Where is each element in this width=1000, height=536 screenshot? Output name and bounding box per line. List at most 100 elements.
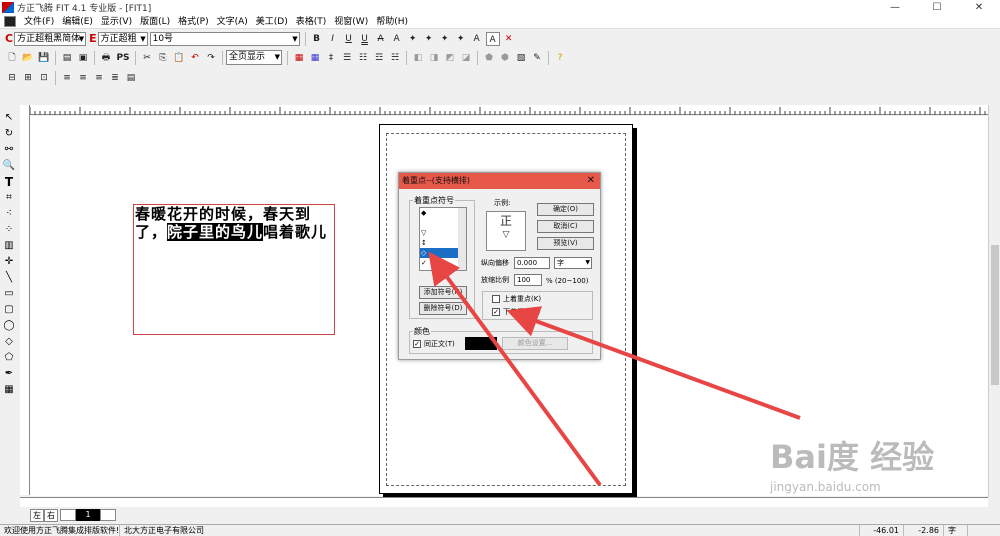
list-scrollbar[interactable] [458, 208, 466, 270]
properties-icon[interactable]: ▧ [514, 51, 528, 65]
align-left-icon[interactable]: ≡ [60, 71, 74, 85]
close-icon[interactable]: ✕ [587, 173, 595, 189]
preview-button[interactable]: 预览(V) [537, 237, 594, 250]
indent-icon[interactable]: ⊡ [37, 71, 51, 85]
bold-button[interactable]: B [310, 32, 324, 46]
right-page-button[interactable]: 右 [44, 508, 58, 522]
menu-art[interactable]: 美工(D) [252, 15, 292, 29]
undo-icon[interactable]: ↶ [188, 51, 202, 65]
align-icon-1[interactable]: ☰ [340, 51, 354, 65]
guide-icon[interactable]: ‡ [324, 51, 338, 65]
group-icon-2[interactable]: ⬢ [498, 51, 512, 65]
same-as-text-checkbox[interactable]: ✓ [413, 340, 421, 348]
effect-button-2[interactable]: ✦ [422, 32, 436, 46]
english-font-select[interactable]: 方正超粗 ▼ [97, 31, 148, 46]
menu-edit[interactable]: 编辑(E) [58, 15, 97, 29]
font-size-select[interactable]: 10号 ▼ [149, 31, 300, 46]
align-icon-2[interactable]: ☷ [356, 51, 370, 65]
link-tool-icon[interactable]: ⚯ [2, 143, 16, 157]
crop-tool-icon[interactable]: ⌗ [2, 191, 16, 205]
ok-button[interactable]: 确定(O) [537, 203, 594, 216]
pointer-tool-icon[interactable]: ↖ [2, 111, 16, 125]
color-settings-button[interactable]: 颜色设置... [502, 337, 568, 350]
help-icon[interactable]: ? [553, 51, 567, 65]
menu-table[interactable]: 表格(T) [292, 15, 331, 29]
offset-input[interactable]: 0.000 [514, 257, 550, 269]
layer-icon-1[interactable]: ◧ [411, 51, 425, 65]
new-file-icon[interactable]: 🗋 [5, 51, 19, 65]
scale-input[interactable]: 100 [514, 274, 542, 286]
menu-help[interactable]: 帮助(H) [372, 15, 412, 29]
rotate-tool-icon[interactable]: ↻ [2, 127, 16, 141]
chinese-font-select[interactable]: 方正超粗黑简体 ▼ [14, 31, 87, 46]
menu-view[interactable]: 显示(V) [97, 15, 136, 29]
cross-tool-icon[interactable]: ✛ [2, 255, 16, 269]
cancel-button[interactable]: 取消(C) [537, 220, 594, 233]
notes-icon[interactable]: ✎ [530, 51, 544, 65]
save-icon[interactable]: 💾 [37, 51, 51, 65]
double-underline-button[interactable]: U [358, 32, 372, 46]
menu-window[interactable]: 视窗(W) [330, 15, 372, 29]
print-icon[interactable]: 🖶 [99, 51, 113, 65]
align-center-icon[interactable]: ≡ [92, 71, 106, 85]
layer-icon-3[interactable]: ◩ [443, 51, 457, 65]
table-icon[interactable]: ▦ [308, 51, 322, 65]
clear-format-button[interactable]: ✕ [502, 32, 516, 46]
offset-unit-select[interactable]: 字 ▼ [554, 257, 592, 269]
add-symbol-button[interactable]: 添加符号(N) [419, 286, 467, 299]
underline-button[interactable]: U [342, 32, 356, 46]
menu-format[interactable]: 格式(P) [174, 15, 212, 29]
minimize-button[interactable]: — [874, 0, 916, 15]
node-tool-icon[interactable]: ⁖ [2, 207, 16, 221]
scrollbar-thumb[interactable] [991, 245, 999, 385]
text-frame-button[interactable]: A [485, 31, 500, 46]
delete-symbol-button[interactable]: 删除符号(D) [419, 302, 467, 315]
text-color-button[interactable]: A [470, 32, 484, 46]
maximize-button[interactable]: ☐ [916, 0, 958, 15]
copy-icon[interactable]: ⎘ [156, 51, 170, 65]
vertical-ruler[interactable] [20, 105, 30, 495]
layer-icon-2[interactable]: ◨ [427, 51, 441, 65]
cut-icon[interactable]: ✂ [140, 51, 154, 65]
import-icon[interactable]: ▤ [60, 51, 74, 65]
chain-tool-icon[interactable]: ⁘ [2, 223, 16, 237]
page-thumb-current[interactable]: 1 [76, 509, 100, 521]
horizontal-ruler[interactable] [29, 105, 990, 115]
top-dot-checkbox[interactable] [492, 295, 500, 303]
effect-button-4[interactable]: ✦ [454, 32, 468, 46]
polygon-tool-icon[interactable]: ⬠ [2, 351, 16, 365]
page-thumb-blank[interactable] [100, 509, 116, 521]
poem-text[interactable]: 春暖花开的时候，春天到 了，院子里的鸟儿唱着歌儿 [135, 205, 327, 241]
align-icon-3[interactable]: ☲ [372, 51, 386, 65]
close-window-button[interactable]: ✕ [958, 0, 1000, 15]
view-select[interactable]: 全页显示 ▼ [226, 50, 282, 65]
page-thumb-blank[interactable] [60, 509, 76, 521]
redo-icon[interactable]: ↷ [204, 51, 218, 65]
text-direction-icon[interactable]: ⊟ [5, 71, 19, 85]
menu-file[interactable]: 文件(F) [20, 15, 58, 29]
menu-text[interactable]: 文字(A) [213, 15, 252, 29]
text-tool-icon[interactable]: T [2, 175, 16, 189]
table-tool-icon[interactable]: ▥ [2, 239, 16, 253]
ps-button[interactable]: PS [115, 51, 131, 65]
italic-button[interactable]: I [326, 32, 340, 46]
symbol-list[interactable]: ◆ ▽ ↕ ◇ ✓ [419, 207, 467, 271]
group-icon-1[interactable]: ⬟ [482, 51, 496, 65]
rounded-rect-tool-icon[interactable]: ▢ [2, 303, 16, 317]
outline-text-button[interactable]: A [390, 32, 404, 46]
align-distribute-icon[interactable]: ▤ [124, 71, 138, 85]
document-icon[interactable] [4, 16, 16, 27]
open-folder-icon[interactable]: 📂 [21, 51, 35, 65]
line-tool-icon[interactable]: ╲ [2, 271, 16, 285]
align-icon-4[interactable]: ☵ [388, 51, 402, 65]
left-page-button[interactable]: 左 [30, 508, 44, 522]
paste-icon[interactable]: 📋 [172, 51, 186, 65]
diamond-tool-icon[interactable]: ◇ [2, 335, 16, 349]
zoom-tool-icon[interactable]: 🔍 [2, 159, 16, 173]
menu-layout[interactable]: 版面(L) [136, 15, 174, 29]
align-right-icon[interactable]: ≡ [76, 71, 90, 85]
layer-icon-4[interactable]: ◪ [459, 51, 473, 65]
grid-icon[interactable]: ▦ [292, 51, 306, 65]
rectangle-tool-icon[interactable]: ▭ [2, 287, 16, 301]
align-justify-icon[interactable]: ≣ [108, 71, 122, 85]
